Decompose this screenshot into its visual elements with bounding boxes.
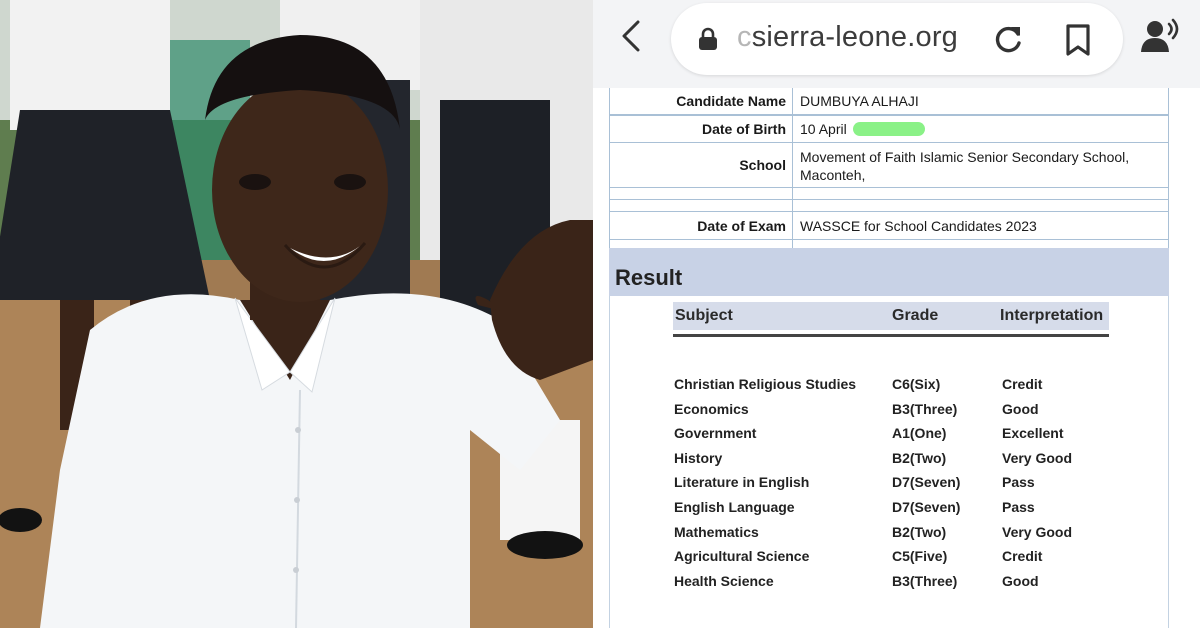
grade-cell: C6(Six)	[892, 376, 941, 392]
school-line-2: Maconteh,	[800, 167, 866, 183]
candidate-name-value: DUMBUYA ALHAJI	[800, 93, 919, 109]
date-of-exam-value: WASSCE for School Candidates 2023	[800, 217, 1037, 234]
interpretation-cell: Excellent	[1002, 425, 1064, 442]
interpretation-cell: Credit	[1002, 548, 1043, 565]
interpretation-cell: Pass	[1002, 498, 1035, 515]
table-row: Christian Religious Studies C6(Six) Cred…	[673, 375, 1113, 400]
subject-column-header: Subject	[675, 307, 733, 324]
bookmark-icon[interactable]	[1063, 23, 1093, 57]
table-row: Government A1(One) Excellent	[673, 424, 1113, 449]
date-of-exam-row: Date of Exam WASSCE for School Candidate…	[609, 212, 1169, 240]
empty-row	[609, 200, 1169, 212]
header-divider	[673, 334, 1109, 337]
redaction-highlight	[852, 122, 925, 136]
subject-cell: Economics	[674, 400, 749, 417]
school-value: Movement of Faith Islamic Senior Seconda…	[793, 143, 1168, 187]
student-photo	[0, 0, 593, 628]
interpretation-cell: Very Good	[1002, 449, 1073, 466]
reload-icon[interactable]	[991, 23, 1025, 57]
subject-cell: English Language	[674, 498, 795, 515]
interpretation-cell: Good	[1002, 400, 1039, 417]
interpretation-cell: Very Good	[1002, 523, 1073, 540]
table-row: History B2(Two) Very Good	[673, 449, 1113, 474]
interpretation-cell: Good	[1002, 572, 1039, 589]
subject-cell: Literature in English	[674, 474, 810, 491]
table-row: Agricultural Science C5(Five) Credit	[673, 547, 1113, 572]
grade-cell: C5(Five)	[892, 548, 948, 565]
browser-toolbar: csierra-leone.org	[593, 0, 1200, 88]
candidate-name-label: Candidate Name	[610, 88, 793, 114]
subject-cell: Mathematics	[674, 523, 759, 540]
grade-cell: B2(Two)	[892, 523, 947, 540]
table-row: Literature in English D7(Seven) Pass	[673, 473, 1113, 498]
result-section-header: Result	[609, 248, 1169, 296]
school-label: School	[610, 143, 793, 187]
interpretation-column-header: Interpretation	[1000, 307, 1104, 324]
chevron-left-icon	[622, 20, 640, 52]
lock-icon	[699, 27, 717, 50]
url-domain: sierra-leone.org	[751, 21, 959, 53]
candidate-info-table: Candidate Name DUMBUYA ALHAJI Date of Bi…	[609, 88, 1169, 249]
date-of-birth-row: Date of Birth 10 April	[609, 115, 1169, 143]
student-photo-illustration	[0, 0, 593, 628]
grade-cell: A1(One)	[892, 425, 947, 442]
table-row: Health Science B3(Three) Good	[673, 572, 1113, 597]
back-button[interactable]	[613, 16, 649, 56]
result-table: Subject Grade Interpretation Christian R…	[609, 296, 1169, 628]
grade-cell: D7(Seven)	[892, 498, 961, 515]
table-row: Economics B3(Three) Good	[673, 400, 1113, 425]
date-of-birth-label: Date of Birth	[610, 116, 793, 142]
interpretation-cell: Pass	[1002, 474, 1035, 491]
date-of-birth-cell: 10 April	[793, 116, 1168, 142]
candidate-name-row: Candidate Name DUMBUYA ALHAJI	[609, 88, 1169, 115]
school-row: School Movement of Faith Islamic Senior …	[609, 143, 1169, 188]
address-bar[interactable]: csierra-leone.org	[671, 3, 1123, 75]
table-row: Mathematics B2(Two) Very Good	[673, 523, 1113, 548]
grade-cell: B3(Three)	[892, 400, 958, 417]
grade-cell: D7(Seven)	[892, 474, 961, 491]
grade-cell: B2(Two)	[892, 449, 947, 466]
grades-list: Christian Religious Studies C6(Six) Cred…	[673, 375, 1113, 596]
subject-cell: Government	[674, 425, 757, 442]
subject-cell: History	[674, 449, 723, 466]
subject-cell: Health Science	[674, 572, 774, 589]
interpretation-cell: Credit	[1002, 376, 1043, 392]
table-row: English Language D7(Seven) Pass	[673, 498, 1113, 523]
date-of-birth-value: 10 April	[800, 121, 847, 137]
grade-column-header: Grade	[892, 307, 939, 324]
subject-cell: Agricultural Science	[674, 548, 810, 565]
date-of-exam-label: Date of Exam	[610, 212, 793, 239]
url-text: csierra-leone.org	[737, 21, 958, 54]
subject-cell: Christian Religious Studies	[674, 376, 857, 392]
result-table-header: Subject Grade Interpretation	[673, 302, 1109, 330]
result-title: Result	[615, 265, 683, 290]
grade-cell: B3(Three)	[892, 572, 958, 589]
school-line-1: Movement of Faith Islamic Senior Seconda…	[800, 149, 1130, 165]
empty-row	[609, 188, 1169, 200]
url-prefix: c	[737, 21, 752, 53]
phone-browser-screenshot: csierra-leone.org Candidate Name DUMBUYA…	[593, 0, 1200, 628]
voice-icon[interactable]	[1141, 18, 1181, 54]
